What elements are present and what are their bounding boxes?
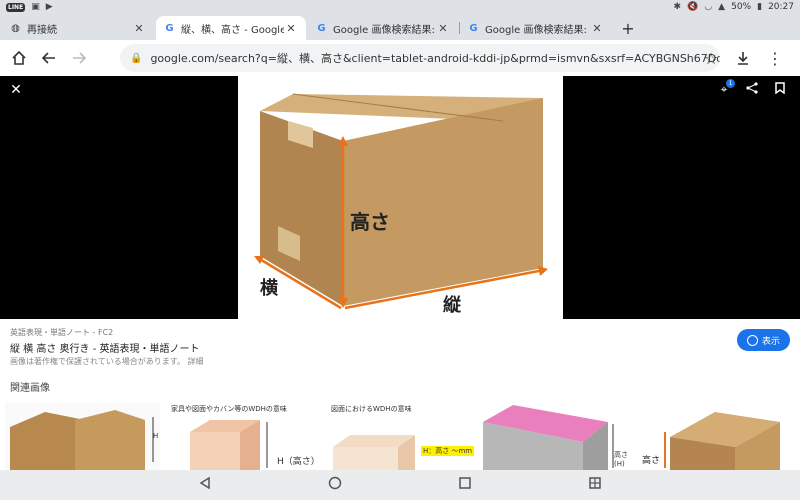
thumb-image: [5, 402, 160, 470]
status-bar: LINE ▣ ▶ ✱ 🔇 ◡ ▲ 50% ▮ 20:27: [0, 0, 800, 14]
thumb-h-label: 高さ(H): [614, 451, 628, 468]
clock: 20:27: [768, 2, 794, 12]
circle-home-icon: [328, 476, 342, 490]
related-thumb-5[interactable]: 高さ: [640, 402, 795, 470]
share-icon: [746, 82, 758, 94]
wifi-icon: ◡: [704, 1, 713, 12]
lock-icon: 🔒: [130, 52, 143, 64]
related-thumb-1[interactable]: H: [5, 402, 160, 470]
viewer-actions: ⌖ 1: [716, 79, 788, 97]
signal-icon: ▲: [718, 1, 726, 12]
thumb-image: [640, 402, 795, 470]
mute-icon: 🔇: [687, 1, 699, 12]
label-height: 高さ: [350, 210, 390, 234]
nav-home-button[interactable]: [323, 476, 347, 494]
forward-button[interactable]: [64, 43, 94, 73]
related-thumb-2[interactable]: 家具や図面やカバン等のWDHの意味 H（高さ）: [165, 402, 320, 470]
result-title[interactable]: 縦 横 高さ 奥行き - 英語表現・単語ノート: [10, 340, 200, 355]
star-icon: ☆: [703, 48, 719, 68]
detail-link[interactable]: 詳細: [188, 357, 204, 366]
close-icon[interactable]: ✕: [436, 22, 450, 35]
main-image[interactable]: 高さ 横 縦: [238, 76, 563, 319]
toolbar-actions: ☆ ⋮: [696, 43, 790, 73]
close-icon[interactable]: ✕: [284, 22, 298, 35]
save-image-button[interactable]: [772, 82, 788, 97]
related-images-strip: H 家具や図面やカバン等のWDHの意味 H（高さ） 図面におけるWDHの意味 H…: [0, 399, 800, 470]
thumb-caption: 図面におけるWDHの意味: [329, 404, 414, 414]
nav-split-button[interactable]: [583, 476, 607, 494]
related-thumb-3[interactable]: 図面におけるWDHの意味 H：高さ ～mm: [325, 402, 480, 470]
tab-image-result-1[interactable]: G Google 画像検索結果: https:/ ✕: [308, 16, 458, 40]
visit-button-label: 表示: [761, 336, 780, 347]
tab-image-result-2[interactable]: G Google 画像検索結果: https:/ ✕: [460, 16, 612, 40]
lens-badge: 1: [726, 79, 735, 88]
cardboard-box-illustration: [254, 93, 548, 310]
thumb-h-label: H: [153, 432, 159, 440]
thumb-h-label: 高さ: [642, 456, 661, 466]
close-icon[interactable]: ✕: [132, 22, 146, 35]
tab-google-search[interactable]: G 縦、横、高さ - Google 検索 ✕: [156, 16, 306, 40]
copyright-note: 画像は著作権で保護されている場合があります。 詳細: [10, 356, 204, 367]
tab-title: Google 画像検索結果: https:/: [485, 24, 590, 36]
status-bar-right: ✱ 🔇 ◡ ▲ 50% ▮ 20:27: [674, 2, 794, 12]
play-icon: ▶: [45, 1, 53, 12]
kebab-menu-icon: ⋮: [767, 48, 783, 68]
nav-recents-button[interactable]: [453, 476, 477, 494]
url-text: google.com/search?q=縦、横、高さ&client=tablet…: [150, 52, 720, 65]
tab-title: Google 画像検索結果: https:/: [333, 24, 436, 36]
nav-back-button[interactable]: [193, 476, 217, 494]
triangle-back-icon: [199, 476, 210, 490]
visit-button[interactable]: 表示: [737, 329, 790, 351]
address-bar[interactable]: 🔒 google.com/search?q=縦、横、高さ&client=tabl…: [120, 44, 720, 72]
battery-level: 50%: [731, 2, 752, 12]
globe-icon: ◍: [11, 22, 20, 34]
thumb-caption: 家具や図面やカバン等のWDHの意味: [169, 404, 289, 414]
related-images-heading: 関連画像: [10, 383, 50, 394]
download-button[interactable]: [728, 43, 758, 73]
square-recents-icon: [459, 477, 471, 489]
forward-arrow-icon: [73, 52, 87, 64]
related-thumb-4[interactable]: 高さ(H): [483, 402, 636, 470]
close-icon[interactable]: ✕: [590, 22, 604, 35]
tab-reconnect[interactable]: ◍ 再接続 ✕: [2, 16, 154, 40]
google-g-icon: G: [469, 22, 478, 34]
google-g-icon: G: [317, 22, 326, 34]
tab-title: 縦、横、高さ - Google 検索: [181, 24, 284, 36]
label-width: 横: [260, 278, 278, 299]
thumb-h-label: H（高さ）: [277, 457, 320, 467]
back-arrow-icon: [41, 52, 55, 64]
menu-button[interactable]: ⋮: [760, 43, 790, 73]
copyright-text: 画像は著作権で保護されている場合があります。: [10, 357, 185, 366]
bookmark-icon: [775, 82, 785, 95]
image-viewer: ✕ 高さ 横 縦 ⌖ 1: [0, 76, 800, 319]
image-info-panel: 英語表現・単語ノート - FC2 縦 横 高さ 奥行き - 英語表現・単語ノート…: [0, 319, 800, 399]
gallery-icon: ▣: [31, 1, 40, 12]
tab-title: 再接続: [27, 24, 57, 36]
bluetooth-icon: ✱: [673, 1, 682, 12]
label-length: 縦: [443, 295, 461, 316]
thumb-h-label: H：高さ ～mm: [421, 446, 475, 456]
line-app-icon: LINE: [6, 2, 26, 12]
android-nav-bar: [0, 470, 800, 500]
browser-toolbar: 🔒 google.com/search?q=縦、横、高さ&client=tabl…: [0, 40, 800, 76]
home-icon: [12, 50, 26, 65]
back-button[interactable]: [34, 43, 64, 73]
download-icon: [738, 52, 748, 65]
close-icon: ✕: [10, 82, 22, 98]
home-button[interactable]: [4, 43, 34, 73]
new-tab-button[interactable]: +: [618, 17, 638, 41]
battery-icon: ▮: [757, 1, 763, 12]
status-bar-left: LINE ▣ ▶: [6, 1, 53, 12]
lens-button[interactable]: ⌖ 1: [716, 79, 735, 97]
source-site[interactable]: 英語表現・単語ノート - FC2: [10, 327, 113, 338]
globe-icon: [746, 334, 758, 346]
tab-strip: ◍ 再接続 ✕ G 縦、横、高さ - Google 検索 ✕ G Google …: [0, 14, 800, 40]
split-screen-icon: [589, 477, 601, 489]
share-button[interactable]: [744, 82, 760, 97]
close-viewer-button[interactable]: ✕: [8, 82, 24, 98]
google-g-icon: G: [165, 22, 174, 34]
bookmark-button[interactable]: ☆: [696, 43, 726, 73]
